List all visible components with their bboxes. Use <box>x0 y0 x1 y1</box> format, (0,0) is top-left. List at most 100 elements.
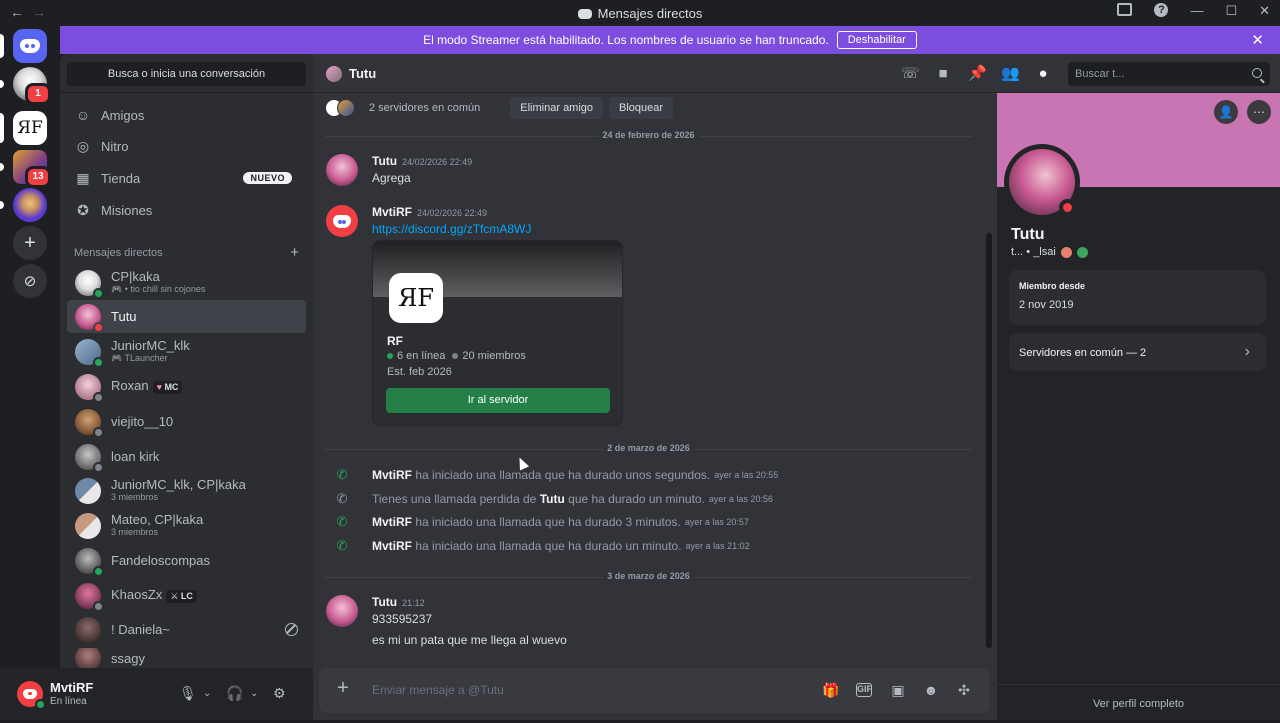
nav-nitro[interactable]: ◎Nitro <box>67 131 306 161</box>
discover-button[interactable]: ⊘ <box>13 264 47 298</box>
dm-item-selected[interactable]: Tutu <box>67 300 306 333</box>
hashtag-badge-icon[interactable] <box>1077 247 1088 258</box>
dm-item-group[interactable]: Mateo, CP|kaka3 miembros <box>67 509 306 542</box>
message-author[interactable]: MvtiRF <box>372 205 412 219</box>
scrollbar[interactable] <box>986 233 992 648</box>
dm-header: Mensajes directos + <box>74 247 299 259</box>
mutual-servers-card[interactable]: Servidores en común — 2 › <box>1009 333 1266 371</box>
create-dm-icon[interactable]: + <box>290 244 299 261</box>
server-counts: 6 en línea 20 miembros <box>387 350 526 362</box>
streamer-mode-banner: El modo Streamer está habilitado. Los no… <box>60 26 1280 54</box>
chevron-down-icon[interactable]: ⌄ <box>250 688 258 699</box>
heart-icon: ♥ <box>157 382 162 392</box>
member-since-card: Miembro desde 2 nov 2019 <box>1009 270 1266 325</box>
add-friends-to-dm-icon[interactable]: 👥 <box>1001 65 1019 83</box>
dm-search-button[interactable]: Busca o inicia una conversación <box>67 62 306 86</box>
go-to-server-button[interactable]: Ir al servidor <box>386 388 610 413</box>
status-offline <box>93 462 104 473</box>
dm-item[interactable]: ! Daniela~ <box>67 613 306 646</box>
blocked-icon <box>285 623 298 636</box>
status-online <box>93 566 104 577</box>
invite-link[interactable]: https://discord.gg/zTfcmA8WJ <box>372 222 531 236</box>
view-full-profile-button[interactable]: Ver perfil completo <box>997 684 1280 720</box>
unread-pill <box>0 80 4 88</box>
maximize-icon[interactable]: ☐ <box>1225 3 1237 19</box>
avatar[interactable] <box>326 205 358 237</box>
status-offline <box>93 601 104 612</box>
nav-friends[interactable]: ☺Amigos <box>67 100 306 130</box>
dm-item[interactable]: Roxan♥ MC <box>67 370 306 403</box>
help-icon[interactable]: ? <box>1154 3 1168 17</box>
dm-item[interactable]: viejito__10 <box>67 405 306 438</box>
attach-plus-icon[interactable]: + <box>334 679 352 697</box>
chevron-down-icon[interactable]: ⌄ <box>203 688 211 699</box>
server-icon-game[interactable]: 13 <box>13 150 47 184</box>
dm-item[interactable]: JuniorMC_klk🎮 TLauncher <box>67 335 306 368</box>
apps-icon[interactable]: ✣ <box>955 681 973 699</box>
user-name: MvtiRF <box>50 680 93 695</box>
discord-icon <box>578 9 592 19</box>
dm-item[interactable]: ssagy <box>67 648 306 668</box>
add-friend-icon[interactable]: 👤 <box>1214 100 1238 124</box>
chat-title: Tutu <box>349 66 376 81</box>
mutual-server-icon <box>337 99 355 117</box>
headphones-icon[interactable]: 🎧 <box>226 685 243 702</box>
dm-item[interactable]: Fandeloscompas <box>67 544 306 577</box>
gift-icon[interactable]: 🎁 <box>822 681 840 699</box>
disable-streamer-button[interactable]: Deshabilitar <box>837 31 917 49</box>
nav-quests[interactable]: ✪Misiones <box>67 195 306 225</box>
unread-pill <box>0 201 4 209</box>
message-author[interactable]: Tutu <box>372 154 397 168</box>
call-log-missed: ✆ Tienes una llamada perdida de Tutu que… <box>335 490 773 508</box>
member-since-label: Miembro desde <box>1019 281 1085 291</box>
window-title: Mensajes directos <box>0 6 1280 21</box>
server-name: RF <box>387 334 403 348</box>
emoji-icon[interactable]: ☻ <box>922 681 940 699</box>
nitro-icon: ◎ <box>75 138 91 154</box>
status-dnd <box>93 322 104 333</box>
badge-icon[interactable] <box>1061 247 1072 258</box>
dm-item-group[interactable]: JuniorMC_klk, CP|kaka3 miembros <box>67 474 306 507</box>
sticker-icon[interactable]: ▣ <box>889 681 907 699</box>
search-input[interactable]: Buscar t... <box>1068 62 1270 86</box>
server-list: 1 ЯF 13 + ⊘ <box>0 26 60 720</box>
online-dot <box>387 353 393 359</box>
inbox-icon[interactable] <box>1117 3 1132 16</box>
avatar <box>75 339 101 365</box>
home-button[interactable] <box>13 29 47 63</box>
microphone-icon[interactable]: 🎙 <box>179 685 197 702</box>
dm-item[interactable]: CP|kaka🎮 • tio chill sin cojones <box>67 266 306 299</box>
close-window-icon[interactable]: ✕ <box>1259 3 1270 19</box>
settings-gear-icon[interactable]: ⚙ <box>273 685 286 702</box>
server-icon-1[interactable]: 1 <box>13 67 47 101</box>
dm-item[interactable]: loan kirk <box>67 440 306 473</box>
nav-shop[interactable]: ▦Tienda NUEVO <box>67 163 306 193</box>
voice-call-icon[interactable]: ☏ <box>901 65 919 83</box>
user-profile-icon[interactable]: ● <box>1034 65 1052 83</box>
minimize-icon[interactable]: — <box>1190 3 1203 19</box>
avatar[interactable] <box>326 154 358 186</box>
user-panel: MvtiRF En línea 🎙 ⌄ 🎧 ⌄ ⚙ <box>0 668 313 720</box>
message-timestamp: 21:12 <box>402 598 425 608</box>
remove-friend-button[interactable]: Eliminar amigo <box>510 97 603 119</box>
message-author[interactable]: Tutu <box>372 595 397 609</box>
message-input[interactable]: + Enviar mensaje a @Tutu 🎁 GIF ▣ ☻ ✣ <box>319 668 990 713</box>
guild-tag: ⚔ LC <box>166 590 197 603</box>
pin-icon[interactable]: 📌 <box>968 65 986 83</box>
block-button[interactable]: Bloquear <box>609 97 673 119</box>
dm-item[interactable]: KhaosZx⚔ LC <box>67 579 306 612</box>
header-avatar <box>326 66 342 82</box>
more-options-icon[interactable]: ⋯ <box>1247 100 1271 124</box>
server-icon-rf[interactable]: ЯF <box>13 111 47 145</box>
gif-icon[interactable]: GIF <box>856 683 872 697</box>
avatar[interactable] <box>326 595 358 627</box>
profile-avatar[interactable] <box>1004 144 1080 220</box>
server-invite-card: ЯF RF 6 en línea 20 miembros Est. feb 20… <box>372 240 623 426</box>
close-icon[interactable]: ✕ <box>1251 31 1264 49</box>
video-call-icon[interactable]: ■ <box>934 65 952 83</box>
user-avatar[interactable] <box>17 681 43 707</box>
call-log: ✆ MvtiRF ha iniciado una llamada que ha … <box>335 537 750 555</box>
message-timestamp: 24/02/2026 22:49 <box>402 157 472 167</box>
server-icon-purple[interactable] <box>13 188 47 222</box>
add-server-button[interactable]: + <box>13 226 47 260</box>
